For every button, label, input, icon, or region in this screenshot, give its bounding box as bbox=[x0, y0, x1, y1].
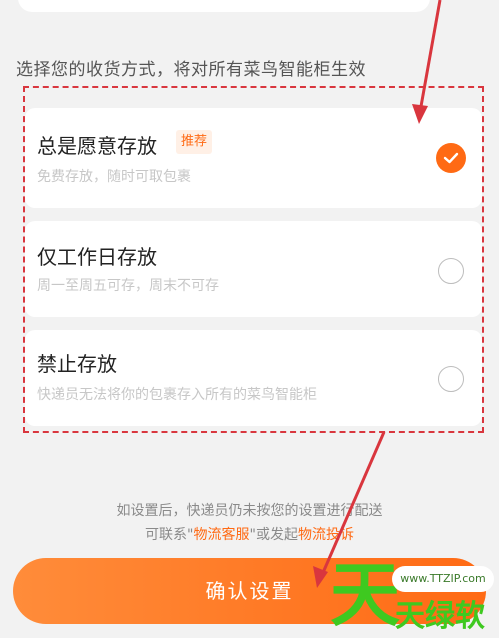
annotation-arrow-top-head bbox=[412, 104, 428, 124]
watermark-logo: 天 bbox=[330, 554, 400, 636]
annotation-arrow-top bbox=[418, 0, 442, 113]
watermark-url: www.TTZIP.com bbox=[392, 566, 494, 592]
annotation-arrows bbox=[313, 0, 442, 588]
watermark-text: 天绿软 bbox=[395, 599, 485, 634]
